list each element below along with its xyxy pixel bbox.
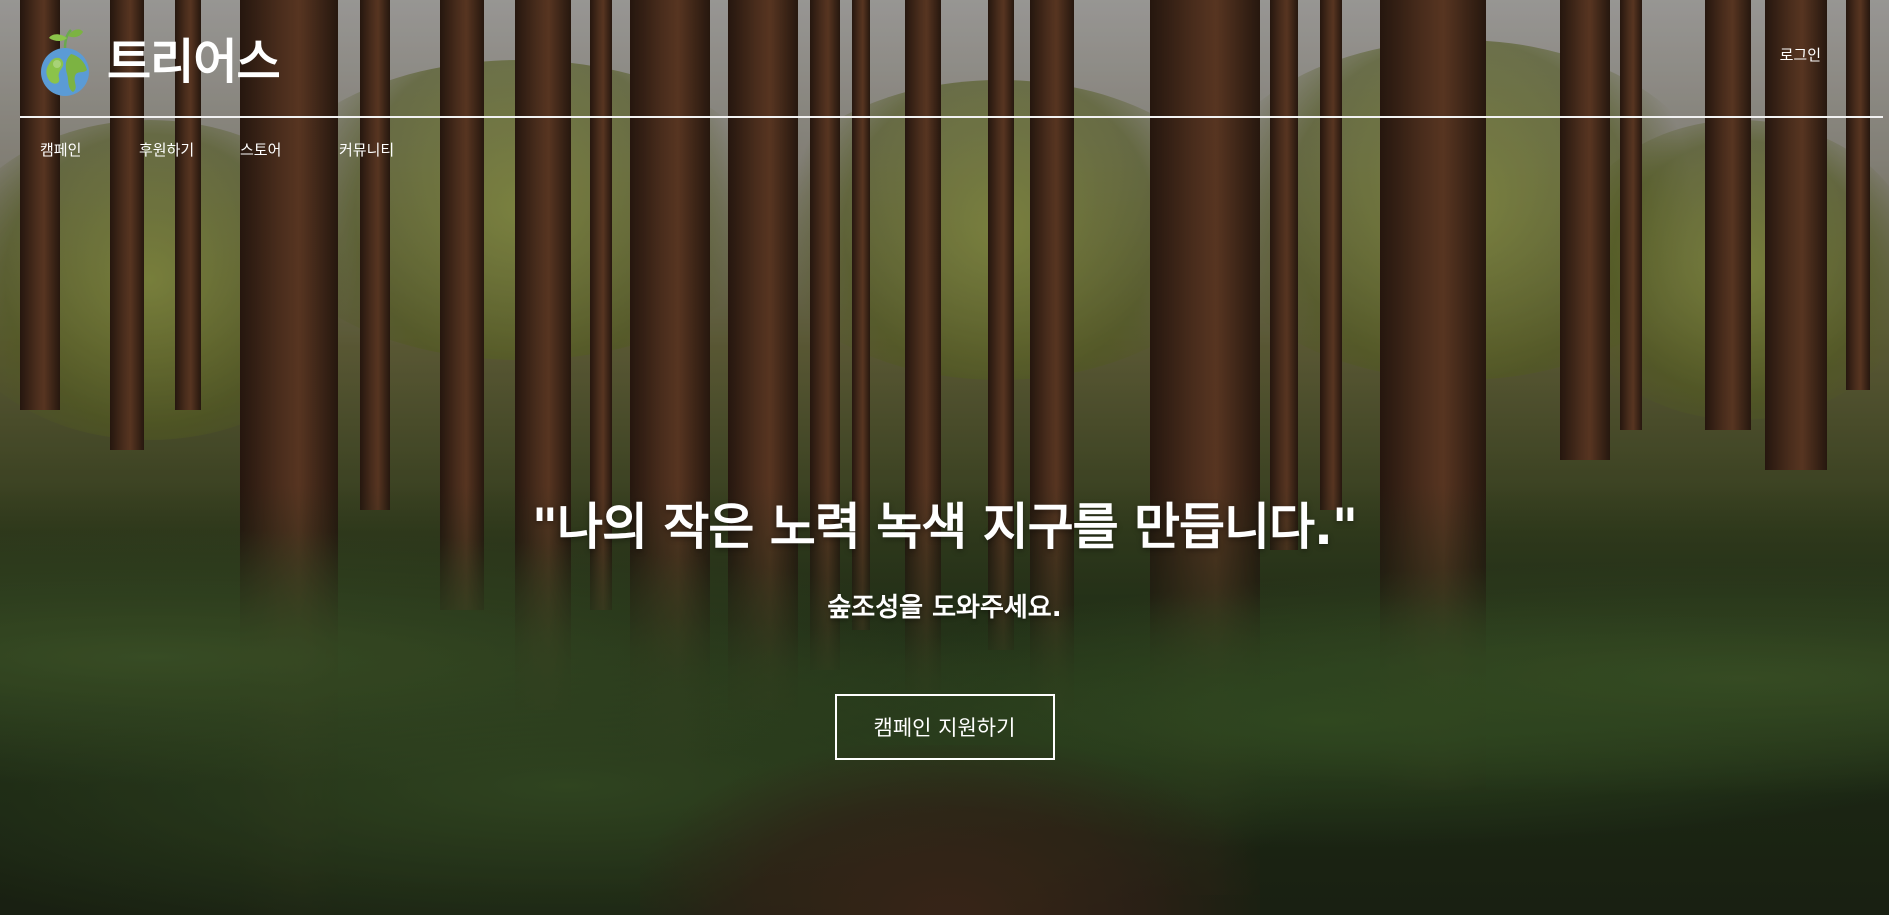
support-campaign-button[interactable]: 캠페인 지원하기 [834, 694, 1055, 761]
image-overlay [0, 0, 1889, 915]
site-header: 트리어스 로그인 [0, 0, 1889, 116]
nav-item-store[interactable]: 스토어 [240, 139, 281, 160]
login-link[interactable]: 로그인 [1780, 44, 1821, 65]
hero-subline: 숲조성을 도와주세요. [827, 593, 1062, 623]
brand-logo[interactable]: 트리어스 [37, 26, 281, 98]
nav-item-community[interactable]: 커뮤니티 [339, 139, 394, 160]
hero-section: 트리어스 로그인 캠페인 후원하기 스토어 커뮤니티 "나의 작은 노력 녹색 … [0, 0, 1889, 915]
brand-name: 트리어스 [107, 34, 281, 90]
nav-item-donate[interactable]: 후원하기 [139, 139, 194, 160]
header-divider [20, 116, 1883, 118]
hero-headline: "나의 작은 노력 녹색 지구를 만듭니다." [531, 498, 1358, 556]
nav-item-campaign[interactable]: 캠페인 [40, 139, 81, 160]
forest-background-image [0, 0, 1889, 915]
hero-content: "나의 작은 노력 녹색 지구를 만듭니다." 숲조성을 도와주세요. 캠페인 … [0, 498, 1889, 761]
globe-sprout-icon [41, 29, 89, 96]
